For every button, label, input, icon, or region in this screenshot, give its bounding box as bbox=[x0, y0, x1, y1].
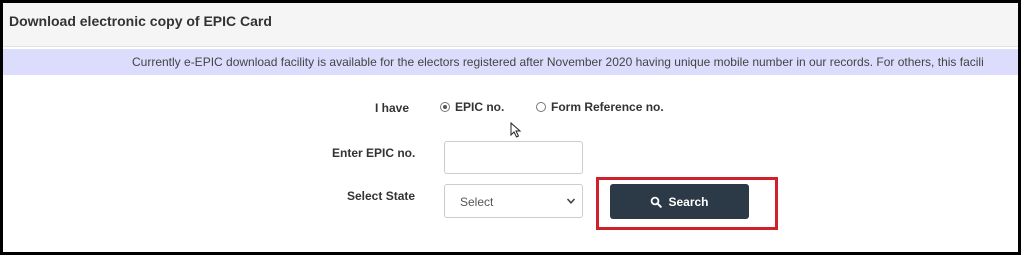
state-select-value: Select bbox=[460, 195, 494, 209]
info-banner-text: Currently e-EPIC download facility is av… bbox=[132, 55, 984, 69]
epic-no-input[interactable] bbox=[444, 141, 583, 174]
mouse-pointer-icon bbox=[510, 122, 522, 138]
panel-header: Download electronic copy of EPIC Card bbox=[3, 3, 1018, 47]
page-title: Download electronic copy of EPIC Card bbox=[9, 13, 272, 29]
i-have-label: I have bbox=[375, 101, 410, 115]
chevron-down-icon bbox=[566, 198, 576, 204]
select-state-label: Select State bbox=[347, 189, 416, 203]
search-button[interactable]: Search bbox=[610, 184, 749, 219]
radio-form-reference-no-control[interactable] bbox=[536, 102, 546, 112]
radio-epic-no[interactable]: EPIC no. bbox=[440, 100, 504, 114]
info-banner: Currently e-EPIC download facility is av… bbox=[3, 49, 1018, 75]
epic-download-panel: Download electronic copy of EPIC Card Cu… bbox=[0, 0, 1021, 255]
radio-form-reference-no[interactable]: Form Reference no. bbox=[536, 100, 664, 114]
radio-epic-no-label[interactable]: EPIC no. bbox=[455, 100, 504, 114]
radio-epic-no-control[interactable] bbox=[440, 102, 450, 112]
search-button-label: Search bbox=[668, 194, 709, 209]
state-select[interactable]: Select bbox=[444, 184, 583, 218]
epic-no-label: Enter EPIC no. bbox=[332, 146, 416, 160]
radio-form-reference-no-label[interactable]: Form Reference no. bbox=[551, 100, 664, 114]
search-icon bbox=[651, 196, 663, 208]
